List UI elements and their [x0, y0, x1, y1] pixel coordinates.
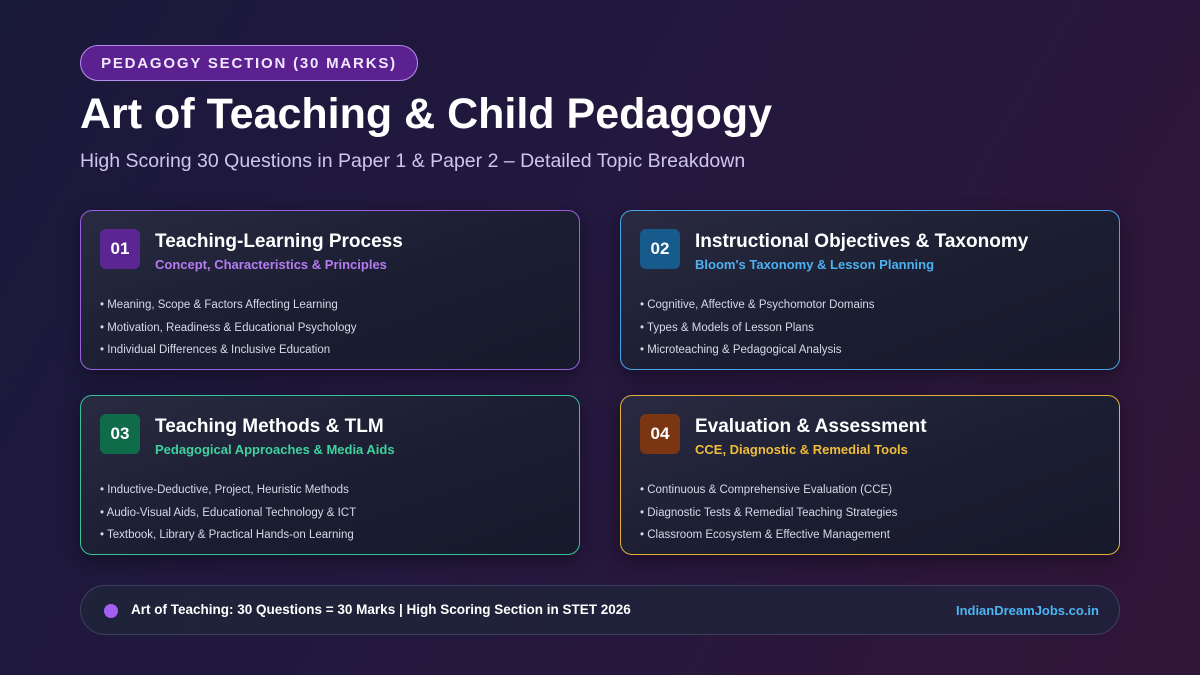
topic-list-item: • Cognitive, Affective & Psychomotor Dom…: [640, 299, 875, 311]
topic-number-badge: 02: [640, 229, 680, 269]
footer-banner: Art of Teaching: 30 Questions = 30 Marks…: [80, 585, 1120, 635]
topic-list-item: • Textbook, Library & Practical Hands-on…: [100, 529, 354, 541]
topic-subtitle: Pedagogical Approaches & Media Aids: [155, 442, 395, 457]
topic-list-item: • Continuous & Comprehensive Evaluation …: [640, 484, 893, 496]
footer-summary: Art of Teaching: 30 Questions = 30 Marks…: [131, 602, 631, 617]
topic-card-3: 03 Teaching Methods & TLM Pedagogical Ap…: [80, 395, 580, 555]
topic-list: • Inductive-Deductive, Project, Heuristi…: [100, 479, 356, 547]
topic-list: • Cognitive, Affective & Psychomotor Dom…: [640, 294, 875, 362]
topic-subtitle: Bloom's Taxonomy & Lesson Planning: [695, 257, 935, 272]
topic-number-badge: 04: [640, 414, 680, 454]
topic-list-item: • Meaning, Scope & Factors Affecting Lea…: [100, 299, 338, 311]
page-subtitle: High Scoring 30 Questions in Paper 1 & P…: [80, 150, 746, 172]
bullet-dot-icon: [104, 604, 118, 618]
topic-list-item: • Individual Differences & Inclusive Edu…: [100, 344, 331, 356]
section-badge: PEDAGOGY SECTION (30 MARKS): [80, 45, 418, 81]
topic-title: Instructional Objectives & Taxonomy: [695, 231, 1029, 252]
topic-list-item: • Diagnostic Tests & Remedial Teaching S…: [640, 506, 898, 519]
topic-list-item: • Motivation, Readiness & Educational Ps…: [100, 321, 357, 334]
topic-title: Teaching-Learning Process: [155, 231, 403, 252]
topic-card-4: 04 Evaluation & Assessment CCE, Diagnost…: [620, 395, 1120, 555]
topic-card-2: 02 Instructional Objectives & Taxonomy B…: [620, 210, 1120, 370]
website-link[interactable]: IndianDreamJobs.co.in: [956, 603, 1099, 618]
topic-title: Evaluation & Assessment: [695, 416, 927, 437]
topic-list-item: • Types & Models of Lesson Plans: [640, 321, 814, 334]
topic-subtitle: Concept, Characteristics & Principles: [155, 257, 387, 272]
topic-list-item: • Audio-Visual Aids, Educational Technol…: [100, 506, 357, 519]
topic-number-badge: 03: [100, 414, 140, 454]
page-title: Art of Teaching & Child Pedagogy: [80, 90, 773, 138]
topic-list: • Continuous & Comprehensive Evaluation …: [640, 479, 897, 547]
topic-list: • Meaning, Scope & Factors Affecting Lea…: [100, 294, 357, 362]
topic-list-item: • Microteaching & Pedagogical Analysis: [640, 344, 842, 356]
topic-list-item: • Classroom Ecosystem & Effective Manage…: [640, 529, 890, 541]
topic-title: Teaching Methods & TLM: [155, 416, 384, 437]
topic-card-1: 01 Teaching-Learning Process Concept, Ch…: [80, 210, 580, 370]
topic-number-badge: 01: [100, 229, 140, 269]
topic-list-item: • Inductive-Deductive, Project, Heuristi…: [100, 484, 349, 496]
topic-subtitle: CCE, Diagnostic & Remedial Tools: [695, 442, 908, 457]
